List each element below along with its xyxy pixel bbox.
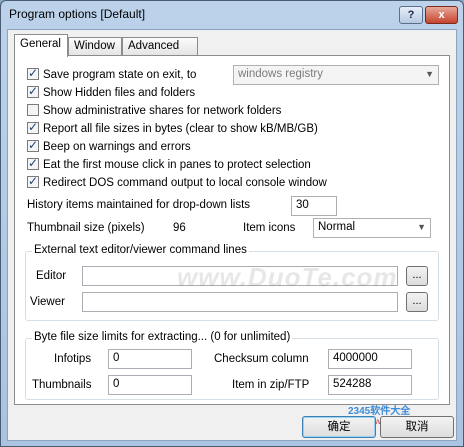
viewer-browse-button[interactable]: ... (406, 292, 428, 312)
eat-click-label: Eat the first mouse click in panes to pr… (43, 159, 311, 171)
checksum-input[interactable]: 4000000 (328, 349, 412, 369)
thumbnail-size-label: Thumbnail size (pixels) (27, 222, 145, 234)
item-icons-value: Normal (318, 221, 356, 233)
redirect-dos-label: Redirect DOS command output to local con… (43, 177, 327, 189)
cancel-button[interactable]: 取消 (380, 416, 454, 438)
close-button[interactable]: x (425, 6, 458, 24)
editor-label: Editor (36, 270, 67, 282)
report-bytes-checkbox[interactable]: Report all file sizes in bytes (clear to… (27, 120, 318, 138)
program-options-dialog: Program options [Default] ? x General Wi… (0, 0, 464, 447)
dialog-body: General Window Advanced Save program sta… (7, 29, 457, 441)
report-bytes-label: Report all file sizes in bytes (clear to… (43, 123, 318, 135)
checkbox-icon[interactable] (27, 66, 39, 80)
infotips-label: Infotips (54, 353, 92, 365)
tab-window[interactable]: Window (68, 37, 122, 56)
save-state-label: Save program state on exit, to (43, 69, 197, 81)
title-bar[interactable]: Program options [Default] ? x (1, 1, 463, 29)
show-admin-shares-checkbox[interactable]: Show administrative shares for network f… (27, 104, 281, 120)
byte-limits-caption: Byte file size limits for extracting... … (32, 331, 293, 343)
zip-item-label: Item in zip/FTP (232, 379, 310, 391)
checksum-label: Checksum column (214, 353, 309, 365)
external-editor-caption: External text editor/viewer command line… (32, 244, 249, 256)
checkbox-icon[interactable] (27, 138, 39, 152)
beep-checkbox[interactable]: Beep on warnings and errors (27, 138, 191, 156)
zip-item-input[interactable]: 524288 (328, 375, 412, 395)
item-icons-label: Item icons (243, 222, 296, 234)
tab-general[interactable]: General (14, 34, 68, 57)
show-admin-shares-label: Show administrative shares for network f… (43, 105, 282, 117)
redirect-dos-checkbox[interactable]: Redirect DOS command output to local con… (27, 174, 327, 192)
show-hidden-checkbox[interactable]: Show Hidden files and folders (27, 84, 196, 102)
save-state-checkbox[interactable]: Save program state on exit, to (27, 66, 197, 84)
show-hidden-label: Show Hidden files and folders (43, 87, 196, 99)
help-button[interactable]: ? (399, 6, 423, 24)
tab-advanced[interactable]: Advanced (122, 37, 198, 56)
infotips-input[interactable]: 0 (108, 349, 192, 369)
thumbnails-input[interactable]: 0 (108, 375, 192, 395)
save-state-target-value: windows registry (238, 68, 323, 80)
ok-button[interactable]: 确定 (302, 416, 376, 438)
checkbox-icon[interactable] (27, 174, 39, 188)
viewer-label: Viewer (30, 296, 65, 308)
checkbox-icon[interactable] (27, 120, 39, 134)
window-title: Program options [Default] (9, 7, 146, 21)
checkbox-icon[interactable] (27, 104, 39, 116)
viewer-input[interactable] (82, 292, 398, 312)
external-editor-group: External text editor/viewer command line… (25, 244, 439, 321)
item-icons-select[interactable]: Normal ▼ (313, 218, 431, 238)
general-tab-panel: Save program state on exit, to windows r… (14, 55, 450, 405)
eat-click-checkbox[interactable]: Eat the first mouse click in panes to pr… (27, 156, 311, 174)
chevron-down-icon: ▼ (425, 69, 434, 79)
history-input[interactable]: 30 (291, 196, 337, 216)
byte-limits-group: Byte file size limits for extracting... … (25, 331, 439, 400)
thumbnails-label: Thumbnails (32, 379, 92, 391)
history-label: History items maintained for drop-down l… (27, 199, 251, 211)
thumbnail-size-value[interactable]: 96 (173, 222, 186, 234)
checkbox-icon[interactable] (27, 156, 39, 170)
editor-input[interactable] (82, 266, 398, 286)
editor-browse-button[interactable]: ... (406, 266, 428, 286)
save-state-target-select: windows registry ▼ (233, 65, 439, 85)
beep-label: Beep on warnings and errors (43, 141, 191, 153)
checkbox-icon[interactable] (27, 84, 39, 98)
chevron-down-icon: ▼ (417, 222, 426, 232)
